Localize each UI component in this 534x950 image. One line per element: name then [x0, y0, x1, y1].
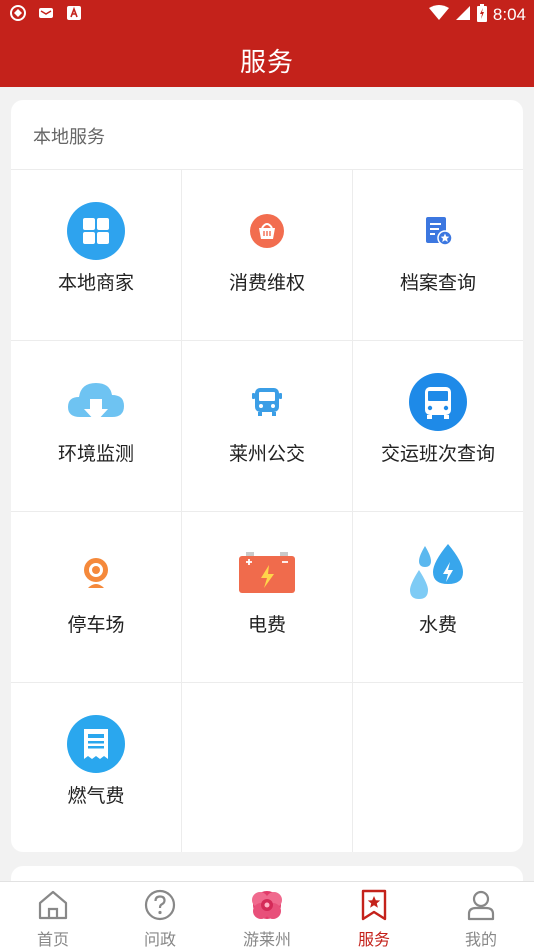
service-label: 交运班次查询: [380, 443, 495, 465]
tab-home[interactable]: 首页: [0, 882, 106, 950]
vpn-icon: [10, 5, 26, 21]
service-label: 水费: [418, 614, 457, 636]
service-label: 莱州公交: [228, 443, 305, 465]
tab-label: 问政: [143, 930, 176, 949]
document-star-icon: [353, 200, 523, 262]
home-icon: [0, 888, 106, 922]
page-title: 服务: [239, 48, 294, 78]
service-label: 环境监测: [57, 443, 134, 465]
bottom-tab-bar: 首页 问政 游莱州 服务 我的: [0, 881, 534, 950]
tab-label: 游莱州: [242, 930, 291, 949]
service-archive-query[interactable]: 档案查询: [353, 170, 523, 340]
cloud-download-icon: [11, 371, 181, 433]
service-transport-schedule[interactable]: 交运班次查询: [353, 341, 523, 511]
battery-icon: [476, 4, 487, 26]
service-label: 电费: [247, 614, 286, 636]
tab-mine[interactable]: 我的: [428, 882, 534, 950]
service-label: 消费维权: [228, 272, 305, 294]
service-label: 档案查询: [399, 272, 476, 294]
service-water-fee[interactable]: 水费: [353, 512, 523, 682]
bus-small-icon: [182, 371, 352, 433]
header: 服务: [0, 28, 534, 87]
bus-circle-icon: [353, 371, 523, 433]
tab-label: 我的: [464, 930, 497, 949]
webcam-icon: [11, 542, 181, 604]
bookmark-star-icon: [321, 888, 427, 922]
service-consumer-rights[interactable]: 消费维权: [182, 170, 352, 340]
basket-icon: [182, 200, 352, 262]
service-electricity-fee[interactable]: 电费: [182, 512, 352, 682]
flower-icon: [214, 888, 320, 922]
signal-icon: [455, 5, 471, 25]
tab-inquiry[interactable]: 问政: [107, 882, 213, 950]
grid-apps-icon: [11, 200, 181, 262]
battery-charge-icon: [182, 542, 352, 604]
tab-label: 服务: [357, 930, 390, 949]
service-label: 停车场: [67, 614, 125, 636]
service-parking[interactable]: 停车场: [11, 512, 181, 682]
question-icon: [107, 888, 213, 922]
tab-services[interactable]: 服务: [321, 882, 427, 950]
status-time: 8:04: [492, 5, 526, 24]
mail-icon: [38, 5, 54, 21]
wifi-icon: [428, 5, 449, 25]
a-icon: [66, 5, 82, 21]
service-local-merchants[interactable]: 本地商家: [11, 170, 181, 340]
service-label: 燃气费: [67, 785, 125, 807]
water-drops-icon: [353, 542, 523, 604]
user-icon: [428, 888, 534, 922]
local-services-card: 本地服务 本地商家 消费维权 档案查询 环境监测 莱州公交 交运班次查询 停车场…: [11, 100, 523, 852]
tab-tour-laizhou[interactable]: 游莱州: [214, 882, 320, 950]
service-label: 本地商家: [57, 272, 134, 294]
section-title: 本地服务: [33, 127, 105, 148]
tab-label: 首页: [36, 930, 69, 949]
receipt-icon: [11, 713, 181, 775]
status-bar: 8:04: [0, 0, 534, 28]
service-environment-monitoring[interactable]: 环境监测: [11, 341, 181, 511]
service-laizhou-bus[interactable]: 莱州公交: [182, 341, 352, 511]
service-gas-fee[interactable]: 燃气费: [11, 683, 181, 852]
